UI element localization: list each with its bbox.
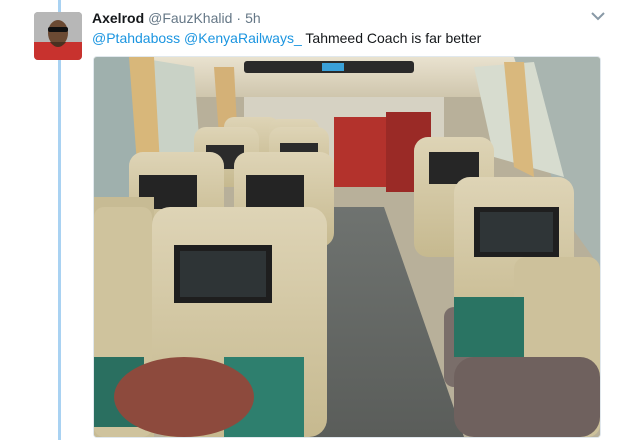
avatar[interactable] bbox=[34, 12, 82, 60]
mention-link-ptahdaboss[interactable]: @Ptahdaboss bbox=[92, 30, 180, 46]
bus-interior-photo bbox=[94, 57, 600, 437]
thread-connector-line bbox=[58, 0, 61, 440]
separator-dot: · bbox=[236, 10, 242, 26]
mention-link-kenyarailways[interactable]: @KenyaRailways_ bbox=[184, 30, 302, 46]
tweet-body-text: Tahmeed Coach is far better bbox=[305, 30, 482, 46]
tweet-media-photo[interactable] bbox=[93, 56, 601, 438]
chevron-down-icon[interactable] bbox=[590, 10, 606, 22]
tweet-header: Axelrod @FauzKhalid · 5h bbox=[92, 9, 594, 29]
tweet-text: @Ptahdaboss @KenyaRailways_ Tahmeed Coac… bbox=[92, 29, 481, 47]
user-avatar-icon bbox=[34, 12, 82, 60]
author-name[interactable]: Axelrod bbox=[92, 10, 144, 26]
author-handle[interactable]: @FauzKhalid bbox=[148, 10, 232, 26]
tweet-timestamp[interactable]: 5h bbox=[245, 10, 261, 26]
